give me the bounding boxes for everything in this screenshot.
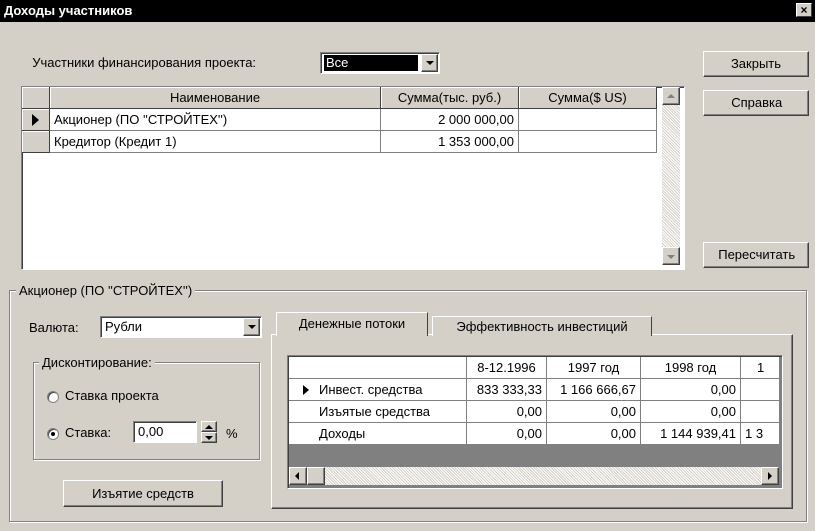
- radio-project-rate[interactable]: [47, 391, 59, 403]
- cashflow-horizontal-scrollbar[interactable]: [289, 467, 779, 485]
- participants-label-text: Участники финансирования проекта:: [32, 55, 257, 70]
- cashflow-cell[interactable]: 1 3: [741, 423, 779, 445]
- column-header-sum-usd[interactable]: Сумма($ US): [519, 87, 657, 109]
- rate-input-value: 0,00: [138, 424, 164, 439]
- current-row-indicator: [22, 109, 50, 131]
- rate-input[interactable]: 0,00: [133, 421, 197, 443]
- scroll-thumb[interactable]: [307, 467, 325, 485]
- participants-label: УУчастники финансирования проекта:: [32, 55, 257, 70]
- percent-label: %: [226, 426, 238, 441]
- radio-custom-rate-label[interactable]: Ставка:: [65, 425, 111, 440]
- cashflow-cell[interactable]: 0,00: [547, 423, 641, 445]
- close-window-icon[interactable]: ×: [796, 3, 812, 17]
- row-indicator: [22, 131, 50, 153]
- chevron-down-icon: [248, 325, 256, 329]
- cashflow-row-label[interactable]: Доходы: [289, 423, 467, 445]
- scroll-right-button[interactable]: [761, 467, 779, 485]
- currency-selected-value: Рубли: [105, 319, 143, 334]
- cashflow-cell[interactable]: 0,00: [641, 379, 741, 401]
- arrow-up-icon: [205, 425, 213, 429]
- withdraw-funds-button[interactable]: Изъятие средств: [63, 480, 223, 507]
- table-cell-sum-rub[interactable]: 1 353 000,00: [381, 131, 519, 153]
- recalc-button-label: Пересчитать: [717, 247, 796, 262]
- arrow-down-icon: [667, 255, 675, 259]
- scroll-left-button[interactable]: [289, 467, 307, 485]
- arrow-right-icon: [768, 472, 772, 480]
- cashflow-grid-area: 8-12.1996 1997 год 1998 год 1 Инвест. ср…: [289, 357, 779, 465]
- chevron-down-icon: [426, 61, 434, 65]
- cashflow-column-header[interactable]: 1997 год: [547, 357, 641, 379]
- participants-table[interactable]: Наименование Сумма(тыс. руб.) Сумма($ US…: [21, 86, 685, 270]
- arrow-left-icon: [295, 472, 299, 480]
- discount-group: [33, 362, 260, 460]
- cashflow-column-header[interactable]: 1998 год: [641, 357, 741, 379]
- arrow-up-icon: [667, 94, 675, 98]
- column-header-name[interactable]: Наименование: [50, 87, 381, 109]
- cashflow-cell[interactable]: 1 144 939,41: [641, 423, 741, 445]
- table-cell-name[interactable]: Акционер (ПО ''СТРОЙТЕХ''): [50, 109, 381, 131]
- cashflow-cell[interactable]: [741, 379, 779, 401]
- help-button-label: Справка: [730, 95, 783, 110]
- column-header-sum-rub[interactable]: Сумма(тыс. руб.): [381, 87, 519, 109]
- recalc-button[interactable]: ППересчитать: [703, 242, 809, 268]
- cashflow-cell[interactable]: 0,00: [641, 401, 741, 423]
- rate-spin-up-button[interactable]: [201, 421, 217, 432]
- currency-dropdown-button[interactable]: [243, 318, 260, 336]
- scroll-up-button[interactable]: [662, 87, 680, 105]
- row-pointer-icon: [303, 385, 309, 395]
- close-button[interactable]: Закрыть: [703, 51, 809, 77]
- participants-dropdown-button[interactable]: [421, 54, 438, 72]
- currency-label: Валюта:: [29, 320, 79, 335]
- cashflow-cell[interactable]: 0,00: [547, 401, 641, 423]
- cashflow-column-header[interactable]: 8-12.1996: [467, 357, 547, 379]
- cashflow-row-label[interactable]: Инвест. средства: [289, 379, 467, 401]
- scroll-down-button[interactable]: [662, 247, 680, 265]
- cashflow-column-header[interactable]: 1: [741, 357, 779, 379]
- table-vertical-scrollbar[interactable]: [662, 87, 680, 265]
- rate-spin-down-button[interactable]: [201, 432, 217, 443]
- row-pointer-icon: [32, 114, 39, 126]
- participants-selected-value: Все: [324, 55, 418, 71]
- radio-custom-rate[interactable]: [47, 428, 59, 440]
- cashflow-cell[interactable]: 0,00: [467, 423, 547, 445]
- row-indicator-header: [22, 87, 50, 109]
- cashflow-corner: [289, 357, 467, 379]
- table-cell-name[interactable]: Кредитор (Кредит 1): [50, 131, 381, 153]
- arrow-down-icon: [205, 436, 213, 440]
- window-title: Доходы участников: [4, 3, 133, 18]
- help-button[interactable]: ССправка: [703, 90, 809, 116]
- cashflow-row-label[interactable]: Изъятые средства: [289, 401, 467, 423]
- cashflow-cell[interactable]: 833 333,33: [467, 379, 547, 401]
- cashflow-cell[interactable]: 1 166 666,67: [547, 379, 641, 401]
- currency-select[interactable]: Рубли: [100, 316, 262, 338]
- participants-select[interactable]: Все: [320, 52, 440, 74]
- table-cell-sum-rub[interactable]: 2 000 000,00: [381, 109, 519, 131]
- tab-investment-efficiency[interactable]: Эффективность инвестиций: [432, 316, 652, 336]
- discount-title: Дисконтирование:: [39, 355, 155, 370]
- table-cell-sum-usd[interactable]: [519, 131, 657, 153]
- table-cell-sum-usd[interactable]: [519, 109, 657, 131]
- tab-cash-flows[interactable]: Денежные потоки: [276, 312, 428, 336]
- window-title-bar: Доходы участников: [0, 0, 815, 22]
- radio-project-rate-label[interactable]: Ставка проекта: [65, 388, 159, 403]
- cashflow-cell[interactable]: 0,00: [467, 401, 547, 423]
- participant-detail-title: Акционер (ПО ''СТРОЙТЕХ''): [16, 283, 196, 298]
- cashflow-cell[interactable]: [741, 401, 779, 423]
- cashflow-table[interactable]: 8-12.1996 1997 год 1998 год 1 Инвест. ср…: [287, 355, 783, 489]
